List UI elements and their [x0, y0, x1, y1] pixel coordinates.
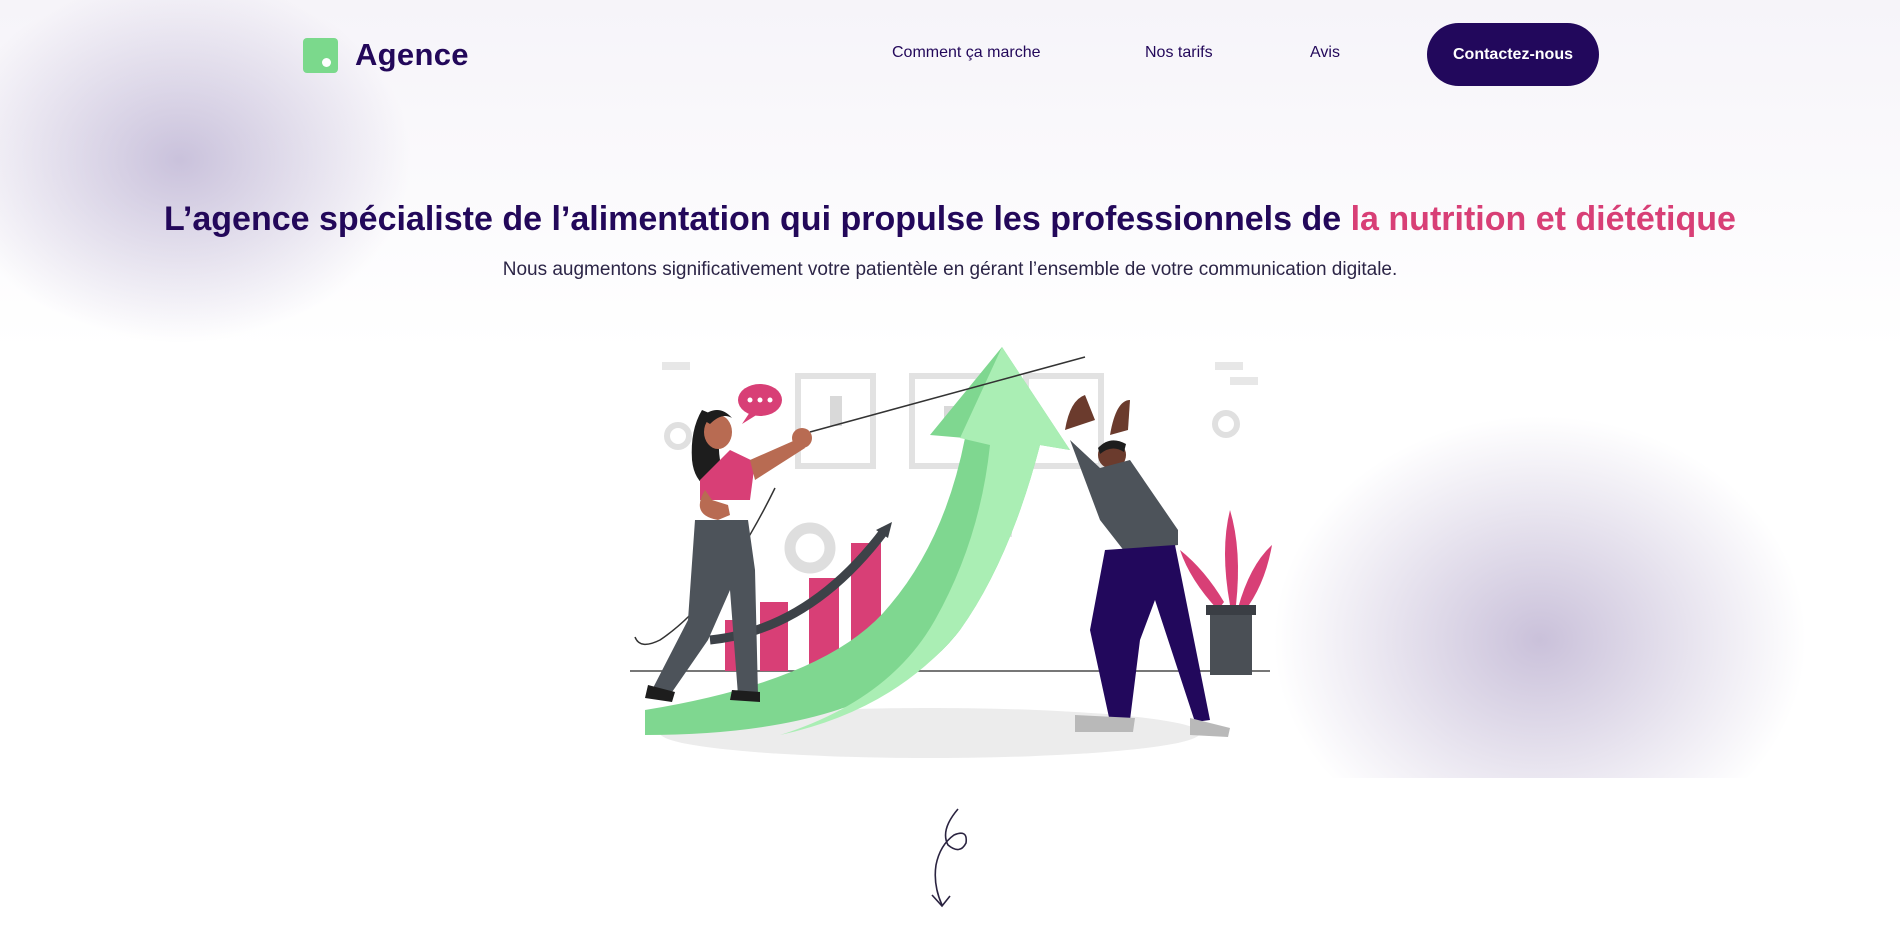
nav-link-avis[interactable]: Avis — [1310, 44, 1340, 62]
nav-link-comment-ca-marche[interactable]: Comment ça marche — [892, 44, 1041, 62]
scroll-down-arrow-icon[interactable] — [920, 805, 970, 910]
hero-title-main: L’agence spécialiste de l’alimentation q… — [164, 200, 1351, 238]
brand-name: Agence — [355, 37, 469, 72]
hero-title-accent: la nutrition et diététique — [1350, 200, 1736, 238]
nav-link-nos-tarifs[interactable]: Nos tarifs — [1145, 44, 1213, 62]
brand-logo[interactable]: Agence — [303, 37, 469, 73]
growth-illustration — [630, 347, 1272, 758]
hero-subtitle: Nous augmentons significativement votre … — [502, 259, 1398, 280]
hero-title: L’agence spécialiste de l’alimentation q… — [0, 200, 1900, 239]
logo-mark-icon — [303, 37, 338, 73]
site-header: Agence Comment ça marche Nos tarifs Avis… — [0, 0, 1900, 110]
contact-button[interactable]: Contactez-nous — [1427, 23, 1599, 86]
